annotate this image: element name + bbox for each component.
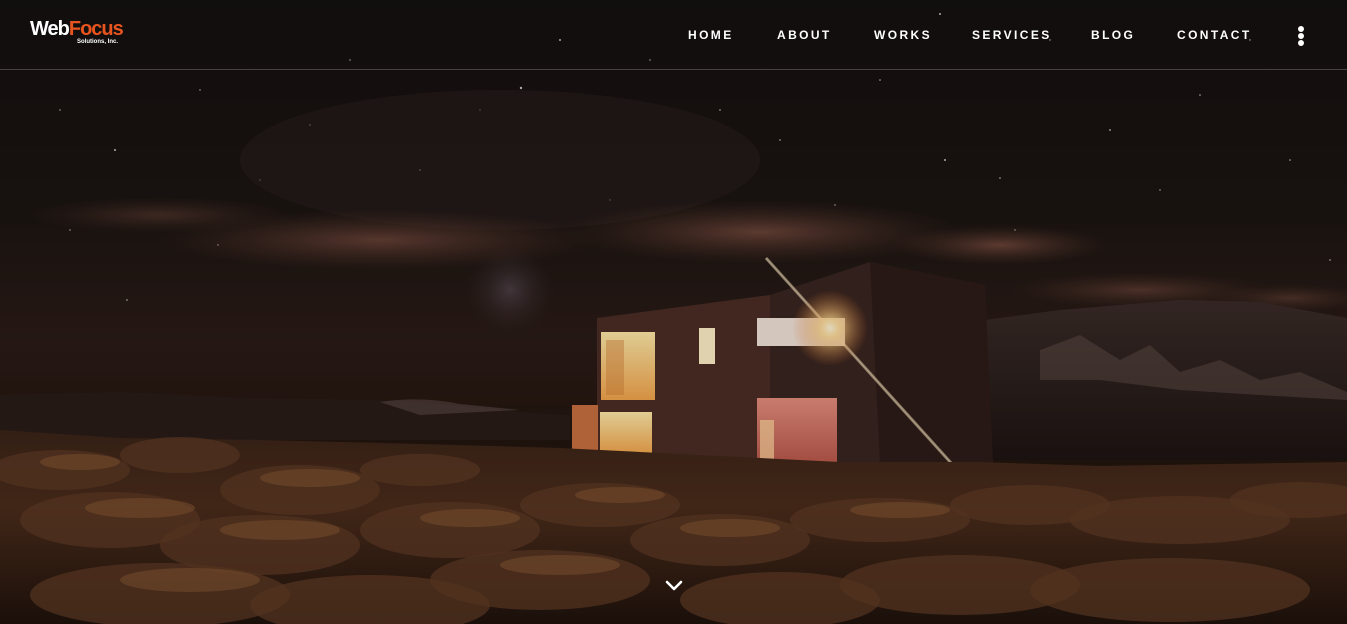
nav-works[interactable]: WORKS xyxy=(874,28,932,42)
logo-wordmark: WebFocus xyxy=(30,18,124,40)
page: WebFocus Solutions, Inc. HOME ABOUT WORK… xyxy=(0,0,1347,624)
hero-background-image xyxy=(0,0,1347,624)
vertical-dots-icon[interactable] xyxy=(1296,26,1306,46)
nav-home[interactable]: HOME xyxy=(688,28,734,42)
logo-focus-text: Focus xyxy=(68,18,124,40)
chevron-down-icon[interactable] xyxy=(663,577,685,595)
nav-services[interactable]: SERVICES xyxy=(972,28,1052,42)
logo[interactable]: WebFocus Solutions, Inc. xyxy=(30,18,124,50)
nav-contact[interactable]: CONTACT xyxy=(1177,28,1252,42)
nav-about[interactable]: ABOUT xyxy=(777,28,832,42)
nav-blog[interactable]: BLOG xyxy=(1091,28,1135,42)
logo-web-text: Web xyxy=(30,18,70,40)
site-header: WebFocus Solutions, Inc. HOME ABOUT WORK… xyxy=(0,0,1347,70)
logo-tagline: Solutions, Inc. xyxy=(76,39,118,45)
